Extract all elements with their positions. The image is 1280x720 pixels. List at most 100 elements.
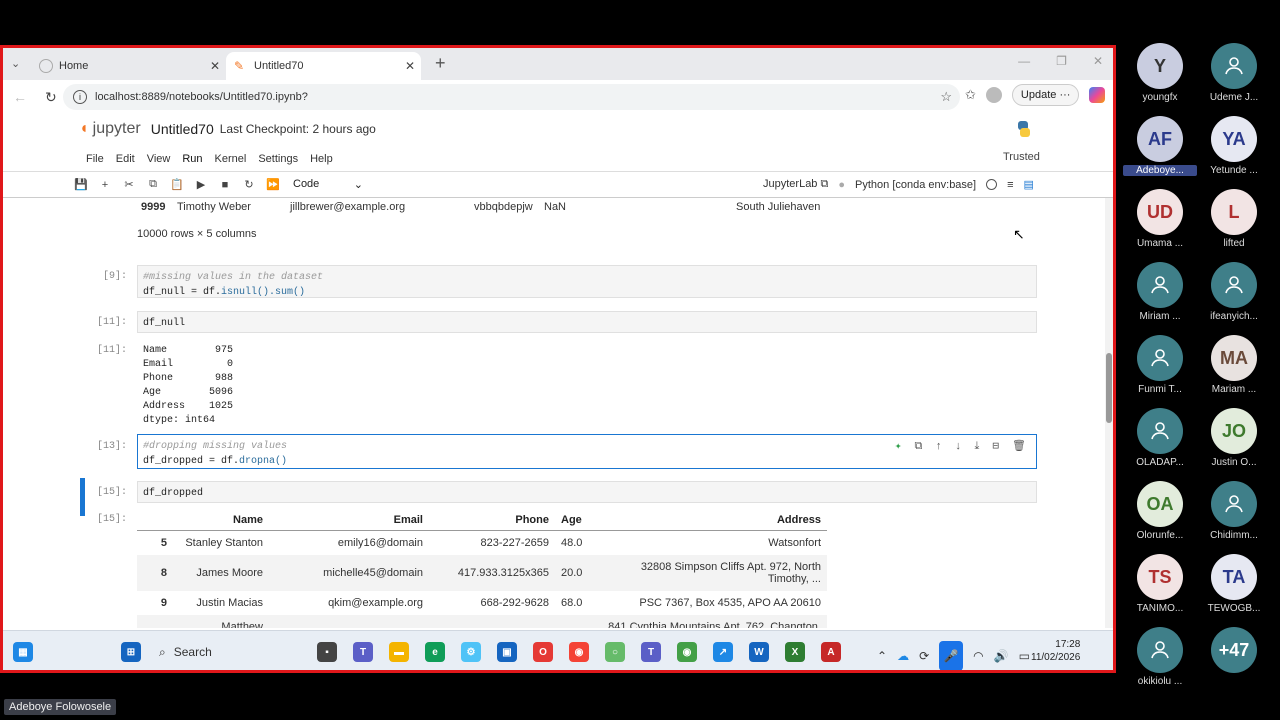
jupyterlab-link[interactable]: JupyterLab ⧉ bbox=[763, 178, 828, 191]
teams-meeting-icon[interactable]: T bbox=[641, 642, 661, 662]
participant-tile[interactable]: TS TANIMO... bbox=[1123, 554, 1197, 614]
menu-file[interactable]: File bbox=[80, 153, 110, 165]
paste-icon[interactable]: 📋 bbox=[165, 178, 189, 191]
save-icon[interactable]: 💾 bbox=[69, 178, 93, 191]
store-icon[interactable]: ▣ bbox=[497, 642, 517, 662]
notebook-title[interactable]: Untitled70 bbox=[151, 121, 214, 137]
scrollbar-thumb[interactable] bbox=[1106, 353, 1112, 423]
file-explorer-icon[interactable]: ▬ bbox=[389, 642, 409, 662]
tab-untitled70[interactable]: ✎ Untitled70 ✕ bbox=[226, 52, 421, 80]
remote-icon[interactable]: ↗ bbox=[713, 642, 733, 662]
participant-tile[interactable]: OLADAP... bbox=[1123, 408, 1197, 468]
new-tab-icon[interactable]: + bbox=[435, 53, 446, 74]
participant-tile[interactable]: YA Yetunde ... bbox=[1197, 116, 1271, 176]
participant-tile[interactable]: Llifted bbox=[1197, 189, 1271, 249]
participant-tile[interactable]: Udeme J... bbox=[1197, 43, 1271, 103]
run-icon[interactable]: ▶ bbox=[189, 178, 213, 191]
menu-edit[interactable]: Edit bbox=[110, 153, 141, 165]
task-view-icon[interactable]: ▪ bbox=[317, 642, 337, 662]
chrome-icon[interactable]: ◉ bbox=[569, 642, 589, 662]
move-up-icon[interactable]: ↑ bbox=[935, 440, 942, 455]
back-icon[interactable]: ← bbox=[13, 89, 35, 105]
word-icon[interactable]: W bbox=[749, 642, 769, 662]
taskbar-search[interactable]: ⌕ Search bbox=[159, 645, 309, 660]
onedrive-icon[interactable]: ☁ bbox=[897, 649, 909, 663]
insert-cell-icon[interactable]: + bbox=[93, 179, 117, 191]
tab-list-chevron-icon[interactable]: ⌄ bbox=[11, 57, 20, 70]
split-cell-icon[interactable]: ⊟ bbox=[992, 440, 999, 455]
duplicate-icon[interactable]: ⧉ bbox=[914, 440, 922, 455]
widgets-icon[interactable]: ▦ bbox=[13, 642, 33, 662]
minimize-icon[interactable]: — bbox=[1018, 54, 1030, 68]
update-button[interactable]: Update ··· bbox=[1011, 84, 1080, 106]
maximize-icon[interactable]: ❐ bbox=[1056, 54, 1067, 68]
teams-icon[interactable]: T bbox=[353, 642, 373, 662]
kernel-name[interactable]: Python [conda env:base] bbox=[855, 179, 976, 191]
active-code-cell[interactable]: #dropping missing values df_dropped = df… bbox=[137, 434, 1037, 469]
move-down-icon[interactable]: ↓ bbox=[955, 440, 962, 455]
participant-tile[interactable]: ifeanyich... bbox=[1197, 262, 1271, 322]
opera-icon[interactable]: O bbox=[533, 642, 553, 662]
cut-icon[interactable]: ✂ bbox=[117, 178, 141, 191]
code-cell[interactable]: df_null bbox=[137, 311, 1037, 333]
copilot-icon[interactable] bbox=[1089, 87, 1106, 103]
notebook-scrollbar[interactable] bbox=[1105, 198, 1113, 628]
close-window-icon[interactable]: ✕ bbox=[1093, 54, 1103, 68]
menu-view[interactable]: View bbox=[141, 153, 177, 165]
menu-help[interactable]: Help bbox=[304, 153, 339, 165]
copy-icon[interactable]: ⧉ bbox=[141, 178, 165, 191]
url-field[interactable]: i localhost:8889/notebooks/Untitled70.ip… bbox=[63, 84, 960, 110]
participant-tile[interactable]: TA TEWOGB... bbox=[1197, 554, 1271, 614]
cell-type-select[interactable]: Code ⌄ bbox=[293, 178, 363, 191]
settings-icon[interactable]: ⚙ bbox=[461, 642, 481, 662]
recorder-icon[interactable]: ⟳ bbox=[919, 649, 929, 663]
favorites-icon[interactable]: ✩ bbox=[965, 87, 976, 103]
excel-icon[interactable]: X bbox=[785, 642, 805, 662]
sparkle-icon[interactable]: ✦ bbox=[895, 440, 902, 455]
info-icon[interactable]: i bbox=[73, 90, 87, 104]
restart-run-all-icon[interactable]: ⏩ bbox=[261, 178, 285, 191]
restart-icon[interactable]: ↻ bbox=[237, 178, 261, 191]
profile-icon[interactable] bbox=[985, 87, 1002, 103]
clock[interactable]: 17:28 11/02/2026 bbox=[1031, 638, 1080, 664]
acrobat-icon[interactable]: A bbox=[821, 642, 841, 662]
participant-tile[interactable]: okikiolu ... bbox=[1123, 627, 1197, 687]
insert-below-icon[interactable]: ⤓ bbox=[975, 440, 980, 455]
participant-tile[interactable]: Chidimm... bbox=[1197, 481, 1271, 541]
participant-tile[interactable]: Funmi T... bbox=[1123, 335, 1197, 395]
menu-kernel[interactable]: Kernel bbox=[209, 153, 253, 165]
app-icon[interactable]: ○ bbox=[605, 642, 625, 662]
trusted-indicator[interactable]: Trusted bbox=[1003, 151, 1040, 163]
volume-icon[interactable]: 🔊 bbox=[994, 649, 1009, 663]
menu-settings[interactable]: Settings bbox=[252, 153, 304, 165]
participant-tile[interactable]: JO Justin O... bbox=[1197, 408, 1271, 468]
menu-run[interactable]: Run bbox=[176, 153, 208, 165]
star-icon[interactable]: ☆ bbox=[940, 89, 952, 105]
battery-icon[interactable]: ▭ bbox=[1019, 649, 1030, 663]
show-hidden-icon[interactable]: ⌃ bbox=[877, 649, 887, 663]
close-tab-icon[interactable]: ✕ bbox=[405, 59, 415, 73]
participant-tile[interactable]: Miriam ... bbox=[1123, 262, 1197, 322]
participant-tile[interactable]: OA Olorunfe... bbox=[1123, 481, 1197, 541]
chrome-profile-icon[interactable]: ◉ bbox=[677, 642, 697, 662]
participant-tile[interactable]: +47 bbox=[1197, 627, 1271, 673]
toc-icon[interactable]: ▤ bbox=[1024, 178, 1034, 191]
participant-tile[interactable]: UD Umama ... bbox=[1123, 189, 1197, 249]
tab-home[interactable]: Home ✕ bbox=[31, 52, 226, 80]
debugger-icon[interactable]: ● bbox=[838, 179, 845, 191]
microphone-icon[interactable]: 🎤 bbox=[939, 641, 964, 670]
menu-lines-icon[interactable]: ≡ bbox=[1007, 179, 1013, 191]
stop-icon[interactable]: ■ bbox=[213, 179, 237, 191]
jupyter-logo[interactable]: ◖ jupyter bbox=[79, 120, 141, 138]
edge-icon[interactable]: e bbox=[425, 642, 445, 662]
participant-tile[interactable]: MA Mariam ... bbox=[1197, 335, 1271, 395]
start-icon[interactable]: ⊞ bbox=[121, 642, 141, 662]
wifi-icon[interactable]: ◠ bbox=[973, 649, 983, 663]
participant-tile[interactable]: Yyoungfx bbox=[1123, 43, 1197, 103]
participant-tile[interactable]: AF Adeboye... bbox=[1123, 116, 1197, 176]
person-icon bbox=[1211, 262, 1257, 308]
delete-icon[interactable]: 🗑 bbox=[1012, 440, 1026, 455]
code-cell[interactable]: #missing values in the dataset df_null =… bbox=[137, 265, 1037, 298]
close-tab-icon[interactable]: ✕ bbox=[210, 59, 220, 73]
code-cell[interactable]: df_dropped bbox=[137, 481, 1037, 503]
